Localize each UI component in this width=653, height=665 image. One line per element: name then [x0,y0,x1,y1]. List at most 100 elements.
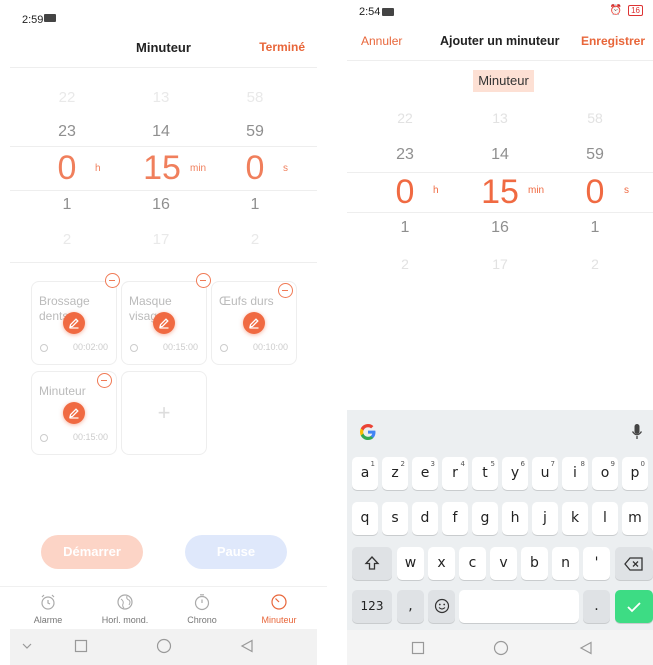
edit-icon[interactable] [153,312,175,334]
edit-icon[interactable] [243,312,265,334]
key-q[interactable]: q [352,502,378,535]
shift-key[interactable] [352,547,392,580]
hour-option[interactable]: 2 [47,231,87,248]
recents-icon[interactable] [74,639,88,653]
key-w[interactable]: w [397,547,424,580]
second-option[interactable]: 59 [575,146,615,164]
clock-icon [130,344,138,352]
comma-key[interactable]: , [397,590,424,623]
chevron-down-icon[interactable] [22,643,32,650]
hour-option[interactable]: 23 [47,123,87,141]
picker-line-top [10,146,317,147]
minutes-unit: min [190,163,207,174]
delete-preset-icon[interactable] [196,273,211,288]
second-option[interactable]: 1 [235,196,275,214]
add-timer-screen: 2:54 ⏰ 16 Annuler Ajouter un minuteur En… [347,0,653,665]
period-key[interactable]: . [583,590,610,623]
key-y[interactable]: y6 [502,457,528,490]
google-icon[interactable] [359,423,377,441]
key-b[interactable]: b [521,547,548,580]
key-a[interactable]: a1 [352,457,378,490]
key-apostrophe[interactable]: ' [583,547,610,580]
tab-stopwatch[interactable]: Chrono [167,593,237,625]
timer-name-input[interactable]: Minuteur [473,70,534,92]
key-l[interactable]: l [592,502,618,535]
minute-option[interactable]: 16 [480,219,520,237]
hour-option[interactable]: 23 [385,146,425,164]
key-s[interactable]: s [382,502,408,535]
edit-icon[interactable] [63,312,85,334]
delete-preset-icon[interactable] [97,373,112,388]
key-u[interactable]: u7 [532,457,558,490]
enter-key[interactable] [615,590,653,623]
key-g[interactable]: g [472,502,498,535]
hour-selected[interactable]: 0 [385,173,425,212]
key-h[interactable]: h [502,502,528,535]
minute-option[interactable]: 13 [480,110,520,126]
minute-option[interactable]: 14 [141,123,181,141]
add-preset-button[interactable]: + [121,371,207,455]
second-option[interactable]: 1 [575,219,615,237]
key-t[interactable]: t5 [472,457,498,490]
edit-icon[interactable] [63,402,85,424]
hour-option[interactable]: 1 [385,219,425,237]
second-option[interactable]: 2 [575,256,615,272]
second-selected[interactable]: 0 [575,173,615,212]
home-icon[interactable] [156,638,172,654]
space-bar[interactable] [459,590,579,623]
key-k[interactable]: k [562,502,588,535]
recents-icon[interactable] [411,641,425,655]
key-f[interactable]: f [442,502,468,535]
backspace-key[interactable] [615,547,653,580]
delete-preset-icon[interactable] [278,283,293,298]
tab-alarm[interactable]: Alarme [13,593,83,625]
done-button[interactable]: Terminé [259,40,305,54]
back-icon[interactable] [240,639,254,653]
second-option[interactable]: 58 [235,89,275,106]
minute-option[interactable]: 13 [141,89,181,106]
microphone-icon[interactable] [631,423,643,441]
minute-selected[interactable]: 15 [137,149,187,188]
tab-world-clock[interactable]: Horl. mond. [90,593,160,625]
key-c[interactable]: c [459,547,486,580]
second-selected[interactable]: 0 [235,149,275,188]
numbers-key[interactable]: 123 [352,590,392,623]
tab-timer[interactable]: Minuteur [244,593,314,625]
key-v[interactable]: v [490,547,517,580]
minute-selected[interactable]: 15 [475,173,525,212]
hour-option[interactable]: 1 [47,196,87,214]
key-i[interactable]: i8 [562,457,588,490]
key-r[interactable]: r4 [442,457,468,490]
emoji-key[interactable] [428,590,455,623]
key-o[interactable]: o9 [592,457,618,490]
key-j[interactable]: j [532,502,558,535]
second-option[interactable]: 2 [235,231,275,248]
hour-selected[interactable]: 0 [47,149,87,188]
pause-button[interactable]: Pause [185,535,287,569]
tab-label: Horl. mond. [101,615,149,625]
second-option[interactable]: 59 [235,123,275,141]
plus-icon: + [157,400,171,425]
key-n[interactable]: n [552,547,579,580]
home-icon[interactable] [493,640,509,656]
cancel-button[interactable]: Annuler [361,34,402,48]
key-p[interactable]: p0 [622,457,648,490]
minute-option[interactable]: 17 [141,231,181,248]
key-d[interactable]: d [412,502,438,535]
delete-preset-icon[interactable] [105,273,120,288]
second-option[interactable]: 58 [575,110,615,126]
minute-option[interactable]: 14 [480,146,520,164]
hour-option[interactable]: 22 [385,110,425,126]
hour-option[interactable]: 2 [385,256,425,272]
key-z[interactable]: z2 [382,457,408,490]
start-button[interactable]: Démarrer [41,535,143,569]
save-button[interactable]: Enregistrer [581,34,645,48]
minute-option[interactable]: 17 [480,256,520,272]
key-e[interactable]: e3 [412,457,438,490]
picker-line-bottom [10,190,317,191]
back-icon[interactable] [579,641,593,655]
hour-option[interactable]: 22 [47,89,87,106]
key-m[interactable]: m [622,502,648,535]
minute-option[interactable]: 16 [141,196,181,214]
key-x[interactable]: x [428,547,455,580]
